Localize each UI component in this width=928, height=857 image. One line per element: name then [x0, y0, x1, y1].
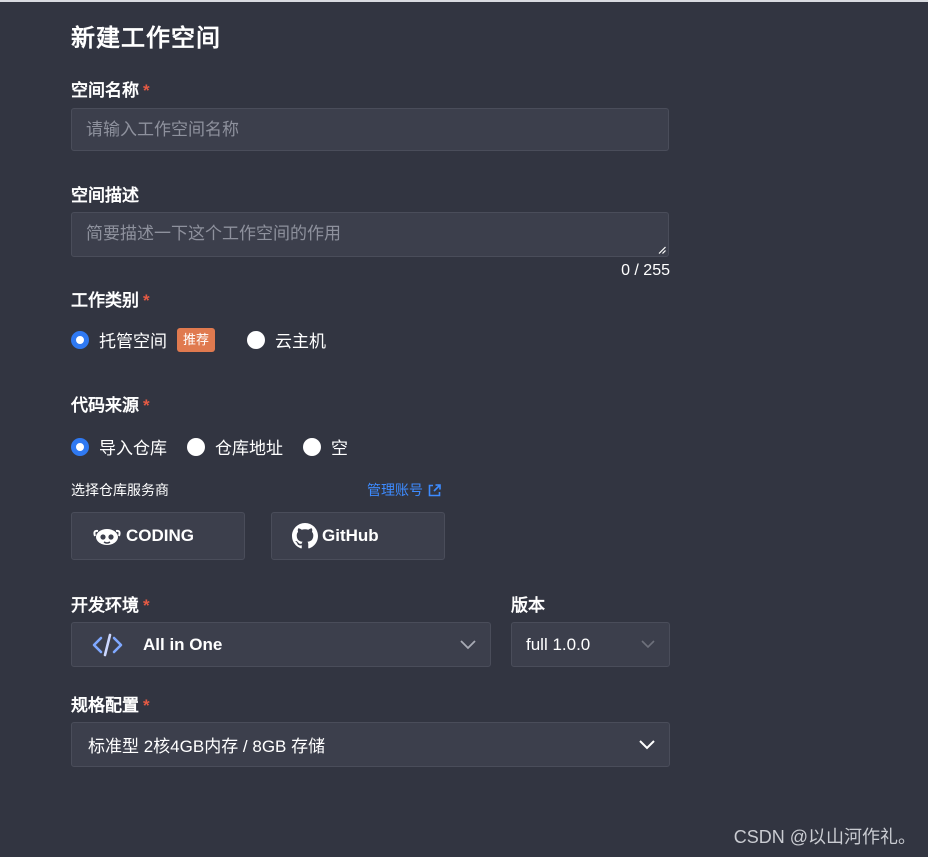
github-logo-icon — [292, 523, 318, 549]
workspace-name-input[interactable]: 请输入工作空间名称 — [71, 108, 669, 151]
workspace-description-label: 空间描述 — [71, 186, 139, 205]
spec-config-label: 规格配置 * — [71, 696, 150, 715]
chevron-down-icon — [641, 639, 655, 648]
radio-empty[interactable]: 空 — [303, 434, 348, 459]
required-asterisk: * — [143, 81, 150, 100]
dev-environment-value: All in One — [143, 634, 223, 654]
code-icon — [92, 633, 123, 657]
provider-github-label: GitHub — [322, 526, 379, 545]
page-title: 新建工作空间 — [71, 25, 221, 52]
spec-config-value: 标准型 2核4GB内存 / 8GB 存储 — [88, 737, 326, 756]
provider-coding-button[interactable]: CODING — [71, 512, 245, 560]
radio-import-repo[interactable]: 导入仓库 — [71, 434, 167, 459]
workspace-name-label: 空间名称 * — [71, 81, 150, 100]
create-workspace-form: 新建工作空间 空间名称 * 请输入工作空间名称 空间描述 简要描述一下这个工作空间… — [0, 0, 928, 857]
dev-environment-label: 开发环境 * — [71, 596, 150, 615]
external-link-icon — [428, 483, 441, 496]
workspace-name-placeholder: 请输入工作空间名称 — [86, 120, 239, 139]
work-type-label: 工作类别 * — [71, 291, 150, 310]
code-source-label: 代码来源 * — [71, 396, 150, 415]
provider-github-button[interactable]: GitHub — [271, 512, 445, 560]
required-asterisk: * — [143, 696, 150, 715]
provider-coding-label: CODING — [126, 526, 194, 545]
version-label: 版本 — [511, 596, 545, 615]
dev-environment-select[interactable]: All in One — [71, 622, 491, 667]
required-asterisk: * — [143, 291, 150, 310]
required-asterisk: * — [143, 396, 150, 415]
workspace-description-placeholder: 简要描述一下这个工作空间的作用 — [86, 224, 341, 243]
radio-checked-icon — [71, 330, 89, 349]
radio-checked-icon — [71, 437, 89, 456]
radio-cloud-host[interactable]: 云主机 — [247, 327, 326, 352]
chevron-down-icon — [460, 639, 476, 649]
watermark: CSDN @以山河作礼。 — [733, 827, 916, 847]
version-value: full 1.0.0 — [526, 634, 591, 654]
version-select[interactable]: full 1.0.0 — [511, 622, 670, 667]
repo-provider-label: 选择仓库服务商 — [71, 482, 169, 498]
spec-config-select[interactable]: 标准型 2核4GB内存 / 8GB 存储 — [71, 722, 670, 767]
description-char-counter: 0 / 255 — [621, 262, 670, 279]
workspace-description-textarea[interactable]: 简要描述一下这个工作空间的作用 — [71, 212, 669, 257]
work-type-radio-group: 托管空间 推荐 云主机 — [71, 327, 346, 352]
recommended-badge: 推荐 — [177, 327, 216, 352]
coding-logo-icon — [92, 525, 122, 547]
radio-unchecked-icon — [303, 437, 321, 456]
required-asterisk: * — [143, 596, 150, 615]
manage-account-link[interactable]: 管理账号 — [367, 480, 441, 500]
radio-unchecked-icon — [247, 330, 266, 349]
radio-hosted-space[interactable]: 托管空间 推荐 — [71, 327, 216, 352]
chevron-down-icon — [639, 739, 655, 749]
radio-repo-url[interactable]: 仓库地址 — [187, 434, 283, 459]
code-source-radio-group: 导入仓库 仓库地址 空 — [71, 434, 368, 459]
radio-unchecked-icon — [187, 437, 205, 456]
resize-handle-icon[interactable] — [658, 246, 666, 254]
